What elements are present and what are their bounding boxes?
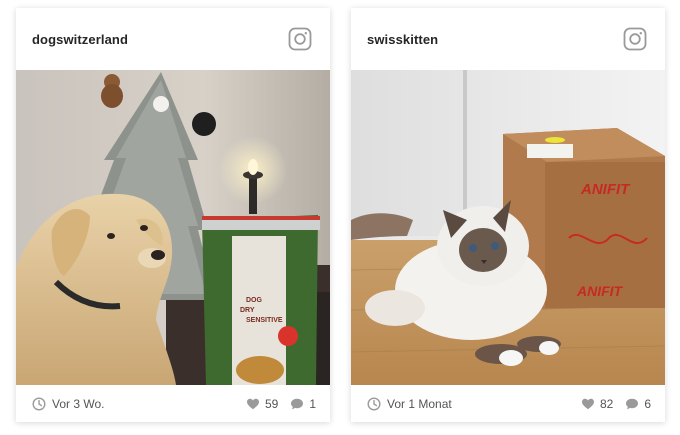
comment-count-label: 1 xyxy=(309,396,316,411)
box-label-bottom: ANIFIT xyxy=(576,283,624,299)
post-stats: 59 1 xyxy=(246,397,316,411)
box-label-top: ANIFIT xyxy=(580,181,631,198)
bag-label-sensitive: SENSITIVE xyxy=(246,317,283,324)
post-time[interactable]: Vor 3 Wo. xyxy=(32,397,104,411)
like-count-label: 59 xyxy=(264,396,279,411)
bag-label-dog: DOG xyxy=(246,297,263,304)
like-count[interactable]: 82 xyxy=(581,397,613,411)
comment-icon xyxy=(626,398,639,409)
instagram-icon[interactable] xyxy=(288,27,312,51)
post-header: dogswitzerland xyxy=(16,8,330,70)
post-time-label: Vor 3 Wo. xyxy=(52,396,105,411)
heart-icon xyxy=(246,398,259,409)
post-username[interactable]: dogswitzerland xyxy=(32,32,128,47)
instagram-icon[interactable] xyxy=(623,27,647,51)
post-username[interactable]: swisskitten xyxy=(367,32,438,47)
like-count-label: 82 xyxy=(599,396,614,411)
post-image-cat[interactable]: ANIFIT ANIFIT xyxy=(351,70,665,385)
comment-icon xyxy=(291,398,304,409)
comment-count-label: 6 xyxy=(644,396,651,411)
post-footer: Vor 1 Monat 82 6 xyxy=(351,385,665,422)
post-footer: Vor 3 Wo. 59 1 xyxy=(16,385,330,422)
post-time-label: Vor 1 Monat xyxy=(387,396,452,411)
post-time[interactable]: Vor 1 Monat xyxy=(367,397,452,411)
post-card-swisskitten[interactable]: swisskitten ANIFIT ANIFIT Vor 1 Monat 82… xyxy=(351,8,665,422)
comment-count[interactable]: 6 xyxy=(625,397,651,411)
post-card-dogswitzerland[interactable]: dogswitzerland DOG DRY SENSITIVE Vor 3 W… xyxy=(16,8,330,422)
post-stats: 82 6 xyxy=(581,397,651,411)
clock-icon xyxy=(32,396,46,411)
clock-icon xyxy=(367,396,381,411)
heart-icon xyxy=(581,398,594,409)
like-count[interactable]: 59 xyxy=(246,397,278,411)
post-header: swisskitten xyxy=(351,8,665,70)
post-image-dog[interactable]: DOG DRY SENSITIVE xyxy=(16,70,330,385)
comment-count[interactable]: 1 xyxy=(290,397,316,411)
bag-label-dry: DRY xyxy=(240,307,255,314)
